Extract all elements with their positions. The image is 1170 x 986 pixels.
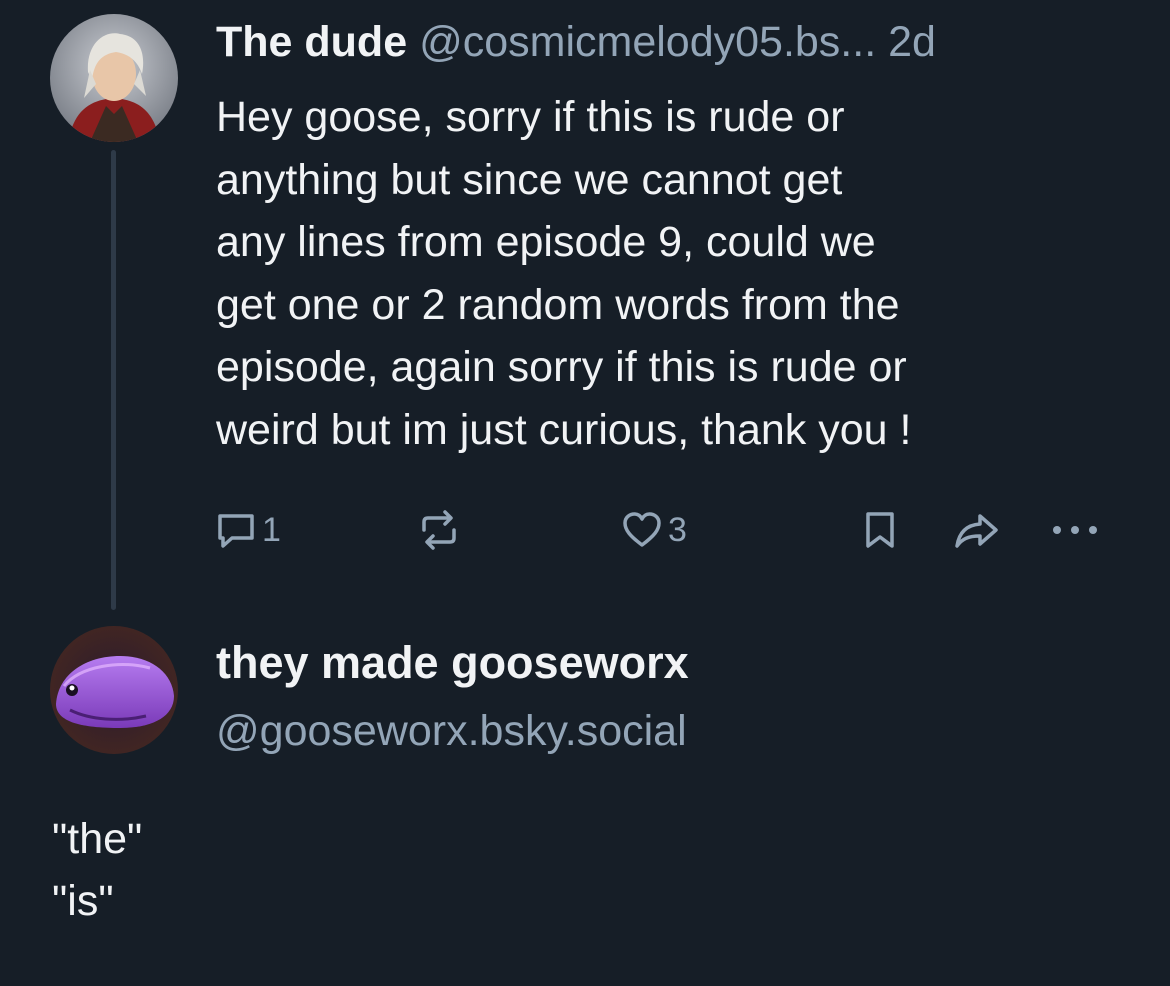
reply-author-handle[interactable]: @gooseworx.bsky.social xyxy=(216,704,687,758)
user-avatar-image xyxy=(50,14,178,142)
post-text-line: anything but since we cannot get xyxy=(216,155,843,204)
post-text: Hey goose, sorry if this is rude or anyt… xyxy=(216,86,1116,461)
avatar[interactable] xyxy=(50,14,178,142)
author-display-name[interactable]: The dude xyxy=(216,18,407,66)
thread-connector-line xyxy=(111,150,116,610)
reply-author-display-name[interactable]: they made gooseworx xyxy=(216,636,689,690)
share-button[interactable] xyxy=(952,506,1002,554)
user-avatar-image xyxy=(50,626,178,754)
reply-text-line: "the" xyxy=(52,815,143,863)
post-text-line: weird but im just curious, thank you ! xyxy=(216,405,912,454)
post-text-line: Hey goose, sorry if this is rude or xyxy=(216,93,845,141)
post-timestamp[interactable]: 2d xyxy=(888,18,936,66)
share-arrow-icon xyxy=(955,514,998,548)
repost-button[interactable] xyxy=(414,506,464,554)
post-text-line: get one or 2 random words from the xyxy=(216,280,900,329)
author-handle[interactable]: @cosmicmelody05.bs... xyxy=(419,18,876,66)
reply-button[interactable]: 1 xyxy=(214,506,281,554)
post-text-line: episode, again sorry if this is rude or xyxy=(216,343,907,391)
avatar[interactable] xyxy=(50,626,178,754)
speech-bubble-icon xyxy=(218,514,254,548)
like-count: 3 xyxy=(668,510,687,549)
repost-arrows-icon xyxy=(422,510,456,550)
ellipsis-icon xyxy=(1053,526,1097,534)
like-button[interactable]: 3 xyxy=(620,506,687,554)
reply-post-text: "the" "is" xyxy=(52,808,142,932)
heart-icon xyxy=(623,512,661,547)
post-header: The dude @cosmicmelody05.bs... 2d xyxy=(216,14,936,70)
bookmark-icon xyxy=(866,512,894,548)
reply-text-line: "is" xyxy=(52,877,114,925)
post-text-line: any lines from episode 9, could we xyxy=(216,218,876,266)
more-options-button[interactable] xyxy=(1048,506,1102,554)
reply-count: 1 xyxy=(262,510,281,549)
bookmark-button[interactable] xyxy=(858,506,902,554)
